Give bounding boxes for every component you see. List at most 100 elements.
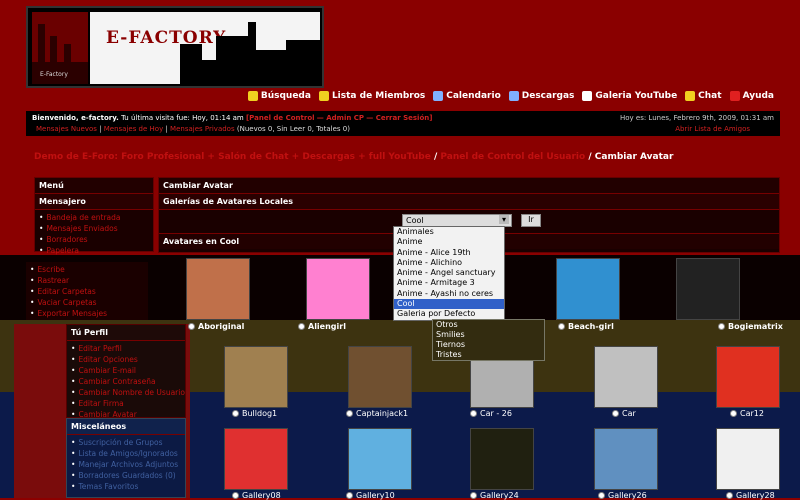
- avatar-name: Aboriginal: [198, 322, 245, 331]
- go-button[interactable]: Ir: [521, 214, 541, 227]
- avatar-image[interactable]: [594, 428, 658, 490]
- avatar-radio[interactable]: [558, 323, 565, 330]
- gallery-option[interactable]: Anime - Alice 19th: [394, 248, 504, 258]
- gallery-option[interactable]: Tristes: [433, 350, 544, 360]
- avatar-option[interactable]: Aliengirl: [298, 322, 346, 331]
- messenger-menu-continued: EscribeRastrearEditar CarpetasVaciar Car…: [26, 262, 148, 320]
- todays-posts-link[interactable]: Mensajes de Hoy: [104, 125, 164, 133]
- nav-label: Lista de Miembros: [331, 91, 426, 101]
- admin-cp-link[interactable]: — Admin CP: [317, 114, 364, 122]
- menu-section-profile[interactable]: Tú Perfil: [67, 325, 185, 341]
- avatar-image[interactable]: [676, 258, 740, 320]
- gallery-option[interactable]: Smilies: [433, 330, 544, 340]
- nav-help[interactable]: Ayuda: [729, 91, 774, 101]
- gallery-option[interactable]: Anime - Angel sanctuary: [394, 268, 504, 278]
- avatar-image[interactable]: [348, 428, 412, 490]
- gallery-option[interactable]: Animales: [394, 227, 504, 237]
- avatar-image[interactable]: [224, 346, 288, 408]
- avatar-option[interactable]: Car - 26: [470, 409, 512, 418]
- logout-link[interactable]: — Cerrar Sesión]: [366, 114, 432, 122]
- menu-item[interactable]: Borradores Guardados (0): [71, 470, 181, 481]
- avatar-option[interactable]: Gallery24: [470, 491, 519, 500]
- nav-label: Galeria YouTube: [595, 91, 678, 101]
- menu-item[interactable]: Cambiar Contraseña: [71, 376, 181, 387]
- avatar-option[interactable]: Captainjack1: [346, 409, 408, 418]
- avatar-image[interactable]: [224, 428, 288, 490]
- avatar-option[interactable]: Car12: [730, 409, 764, 418]
- avatar-image[interactable]: [306, 258, 370, 320]
- menu-section-messenger[interactable]: Mensajero: [35, 194, 153, 210]
- gallery-option[interactable]: Otros: [433, 320, 544, 330]
- menu-item[interactable]: Vaciar Carpetas: [30, 297, 144, 308]
- menu-item[interactable]: Cambiar Nombre de Usuario: [71, 387, 185, 398]
- avatar-option[interactable]: Car: [612, 409, 636, 418]
- nav-downloads[interactable]: Descargas: [508, 91, 574, 101]
- logo-brand: E-Factory: [40, 71, 68, 78]
- friends-list-link[interactable]: Abrir Lista de Amigos: [675, 125, 750, 133]
- panel-title: Cambiar Avatar: [159, 178, 779, 194]
- menu-item[interactable]: Temas Favoritos: [71, 481, 181, 492]
- avatar-option[interactable]: Gallery28: [726, 491, 775, 500]
- avatar-option[interactable]: Gallery10: [346, 491, 395, 500]
- avatar-image[interactable]: [556, 258, 620, 320]
- nav-label: Ayuda: [742, 91, 774, 101]
- gallery-option[interactable]: Tiernos: [433, 340, 544, 350]
- calendar-icon: [433, 91, 444, 101]
- menu-item[interactable]: Manejar Archivos Adjuntos: [71, 459, 181, 470]
- avatar-radio[interactable]: [232, 410, 239, 417]
- avatar-image[interactable]: [348, 346, 412, 408]
- avatar-radio[interactable]: [612, 410, 619, 417]
- avatar-name: Gallery24: [480, 491, 519, 500]
- menu-item[interactable]: Borradores: [39, 234, 149, 245]
- new-posts-link[interactable]: Mensajes Nuevos: [36, 125, 97, 133]
- menu-item[interactable]: Editar Firma: [71, 398, 181, 409]
- menu-item[interactable]: Lista de Amigos/Ignorados: [71, 448, 181, 459]
- nav-chat[interactable]: Chat: [685, 91, 722, 101]
- avatar-option[interactable]: Bogiematrix: [718, 322, 783, 331]
- avatar-option[interactable]: Aboriginal: [188, 322, 244, 331]
- members-icon: [318, 91, 329, 101]
- menu-item[interactable]: Bandeja de entrada: [39, 212, 149, 223]
- avatar-image[interactable]: [594, 346, 658, 408]
- private-messages-link[interactable]: Mensajes Privados: [170, 125, 235, 133]
- menu-item[interactable]: Mensajes Enviados: [39, 223, 149, 234]
- avatar-option[interactable]: Bulldog1: [232, 409, 277, 418]
- gallery-option[interactable]: Anime - Ayashi no ceres: [394, 289, 504, 299]
- avatar-radio[interactable]: [298, 323, 305, 330]
- breadcrumb-home[interactable]: Demo de E-Foro: Foro Profesional + Salón…: [34, 152, 431, 162]
- gallery-option[interactable]: Anime - Armitage 3: [394, 278, 504, 288]
- menu-item[interactable]: Papelera: [39, 245, 149, 256]
- avatar-option[interactable]: Gallery26: [598, 491, 647, 500]
- avatar-image[interactable]: [716, 346, 780, 408]
- nav-calendar[interactable]: Calendario: [433, 91, 501, 101]
- nav-youtube[interactable]: Galeria YouTube: [582, 91, 677, 101]
- menu-item[interactable]: Cambiar E-mail: [71, 365, 181, 376]
- menu-item[interactable]: Suscripción de Grupos: [71, 437, 181, 448]
- gallery-option[interactable]: Cool: [394, 299, 504, 310]
- gallery-option[interactable]: Anime - Alichino: [394, 258, 504, 268]
- nav-members[interactable]: Lista de Miembros: [318, 91, 426, 101]
- breadcrumb-panel[interactable]: Panel de Control del Usuario: [440, 152, 585, 162]
- menu-section-misc[interactable]: Misceláneos: [67, 419, 185, 435]
- avatar-radio[interactable]: [718, 323, 725, 330]
- avatar-image[interactable]: [716, 428, 780, 490]
- menu-item[interactable]: Exportar Mensajes: [30, 308, 144, 319]
- messages-links: Mensajes Nuevos | Mensajes de Hoy | Mens…: [36, 125, 350, 133]
- nav-search[interactable]: Búsqueda: [247, 91, 311, 101]
- menu-item[interactable]: Editar Perfil: [71, 343, 181, 354]
- avatar-image[interactable]: [470, 428, 534, 490]
- site-logo[interactable]: E-Factory E-FACTORY: [26, 6, 324, 88]
- menu-item[interactable]: Editar Carpetas: [30, 286, 144, 297]
- avatar-option[interactable]: Beach-girl: [558, 322, 614, 331]
- avatar-radio[interactable]: [730, 410, 737, 417]
- control-panel-link[interactable]: [Panel de Control: [246, 114, 315, 122]
- menu-item[interactable]: Rastrear: [30, 275, 144, 286]
- avatar-image[interactable]: [186, 258, 250, 320]
- avatar-option[interactable]: Gallery08: [232, 491, 281, 500]
- menu-item[interactable]: Editar Opciones: [71, 354, 181, 365]
- avatar-radio[interactable]: [346, 410, 353, 417]
- gallery-option[interactable]: Anime: [394, 237, 504, 247]
- avatar-radio[interactable]: [188, 323, 195, 330]
- menu-item[interactable]: Escribe: [30, 264, 144, 275]
- avatar-radio[interactable]: [470, 410, 477, 417]
